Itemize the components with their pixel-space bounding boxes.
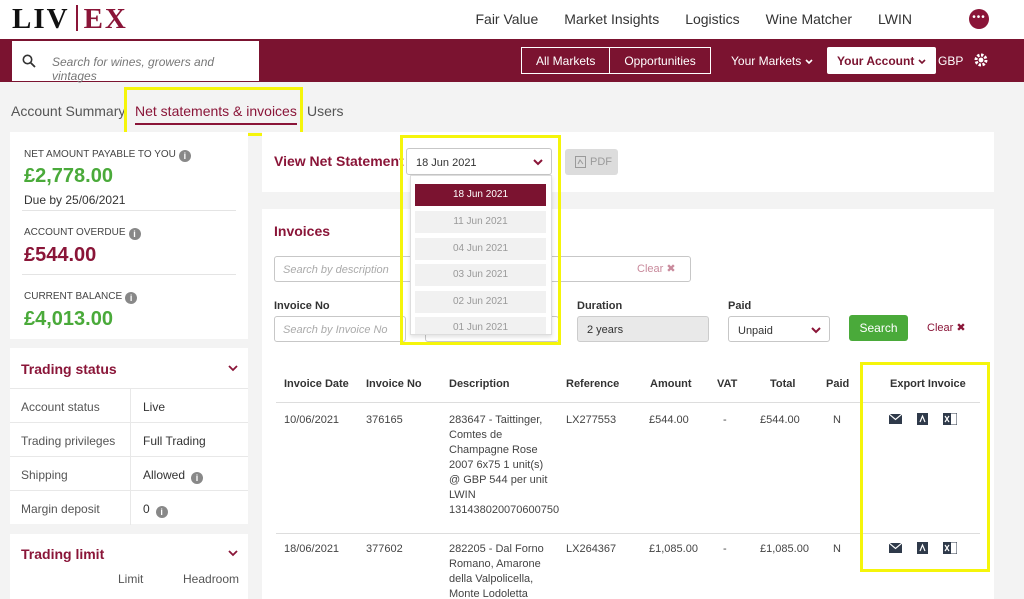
row-description: 283647 - Taittinger, Comtes de Champagne R… — [449, 414, 560, 516]
table-row: 10/06/2021 376165 283647 - Taittinger, Co… — [276, 403, 980, 534]
net-amount-label: NET AMOUNT PAYABLE TO YOU — [24, 149, 176, 160]
chevron-down-icon — [811, 327, 821, 334]
tab-net-statements[interactable]: Net statements & invoices — [135, 103, 297, 125]
statement-date-dropdown: 18 Jun 2021 11 Jun 2021 04 Jun 2021 03 J… — [410, 175, 552, 335]
chevron-down-icon — [533, 159, 543, 166]
col-amount: Amount — [650, 378, 692, 390]
all-markets-button[interactable]: All Markets — [522, 48, 609, 73]
gear-icon[interactable] — [973, 52, 989, 68]
invoice-no-label: Invoice No — [274, 300, 330, 312]
limit-column-header: Limit — [118, 572, 144, 586]
pdf-icon[interactable] — [917, 413, 928, 425]
nav-market-insights[interactable]: Market Insights — [564, 11, 659, 27]
chevron-down-icon — [918, 59, 926, 65]
chevron-down-icon — [805, 59, 813, 65]
balance-label: CURRENT BALANCE — [24, 291, 123, 302]
col-total: Total — [770, 378, 796, 390]
col-description: Description — [449, 378, 510, 390]
view-net-statement-title: View Net Statement — [274, 153, 404, 169]
invoice-no-input[interactable]: Search by Invoice No — [274, 316, 406, 342]
net-amount-value: £2,778.00 — [24, 165, 113, 187]
status-row-margin: Margin deposit 0 i — [10, 490, 248, 525]
top-nav: Fair Value Market Insights Logistics Win… — [449, 11, 912, 27]
excel-icon[interactable] — [943, 413, 957, 425]
headroom-column-header: Headroom — [183, 572, 240, 586]
invoices-title: Invoices — [274, 223, 331, 239]
chevron-down-icon[interactable] — [228, 550, 238, 557]
date-option[interactable]: 03 Jun 2021 — [415, 264, 546, 286]
account-summary-panel: NET AMOUNT PAYABLE TO YOU i £2,778.00 Due… — [10, 132, 248, 339]
search-button[interactable]: Search — [849, 315, 908, 341]
trading-limit-panel: Trading limit Limit Headroom — [10, 534, 248, 599]
pdf-icon — [575, 156, 586, 168]
duration-label: Duration — [577, 300, 623, 312]
top-header: LIV EX Fair Value Market Insights Logisti… — [0, 0, 1024, 39]
col-reference: Reference — [566, 378, 620, 390]
paid-label: Paid — [728, 300, 752, 312]
chevron-down-icon[interactable] — [228, 365, 238, 372]
col-invoice-no: Invoice No — [366, 378, 422, 390]
status-row-account: Account status Live — [10, 388, 248, 423]
clear-button[interactable]: Clear ✖ — [927, 321, 966, 334]
col-paid: Paid — [826, 378, 850, 390]
overdue-label: ACCOUNT OVERDUE — [24, 227, 126, 238]
trading-limit-title: Trading limit — [21, 546, 105, 562]
info-icon[interactable]: i — [178, 150, 191, 162]
row-description: 282205 - Dal Forno Romano, Amarone della V… — [449, 543, 544, 599]
col-export-invoice: Export Invoice — [890, 378, 966, 390]
livex-logo[interactable]: LIV EX — [12, 3, 128, 36]
date-option[interactable]: 11 Jun 2021 — [415, 211, 546, 233]
balance-value: £4,013.00 — [24, 308, 113, 330]
info-icon[interactable]: i — [191, 472, 204, 484]
search-placeholder: Search for wines, growers and vintages — [52, 55, 215, 83]
more-menu-icon[interactable]: ••• — [969, 9, 989, 29]
col-invoice-date: Invoice Date — [284, 378, 349, 390]
nav-fair-value[interactable]: Fair Value — [475, 11, 538, 27]
divider — [22, 210, 236, 211]
search-icon — [22, 54, 36, 68]
info-icon[interactable]: i — [128, 228, 141, 240]
status-row-shipping: Shipping Allowed i — [10, 456, 248, 491]
email-icon[interactable] — [889, 414, 902, 424]
info-icon[interactable]: i — [125, 292, 138, 304]
paid-select[interactable]: Unpaid — [728, 316, 830, 342]
pdf-icon[interactable] — [917, 542, 928, 554]
excel-icon[interactable] — [943, 542, 957, 554]
tab-users[interactable]: Users — [307, 103, 344, 119]
date-option[interactable]: 04 Jun 2021 — [415, 238, 546, 260]
market-toggle: All Markets Opportunities — [521, 47, 711, 74]
wine-search-input[interactable]: Search for wines, growers and vintages — [12, 41, 259, 83]
your-account-menu[interactable]: Your Account — [827, 47, 936, 74]
date-option[interactable]: 02 Jun 2021 — [415, 291, 546, 313]
trading-status-title: Trading status — [21, 361, 117, 377]
overdue-value: £544.00 — [24, 244, 97, 266]
col-vat: VAT — [717, 378, 738, 390]
pdf-button[interactable]: PDF — [565, 149, 618, 175]
opportunities-button[interactable]: Opportunities — [609, 48, 709, 73]
date-option[interactable]: 18 Jun 2021 — [415, 184, 546, 206]
nav-logistics[interactable]: Logistics — [685, 11, 739, 27]
info-icon[interactable]: i — [155, 506, 168, 518]
nav-lwin[interactable]: LWIN — [878, 11, 912, 27]
your-markets-menu[interactable]: Your Markets — [731, 54, 813, 68]
table-row: 18/06/2021 377602 282205 - Dal Forno Roma… — [276, 534, 980, 599]
statement-date-select[interactable]: 18 Jun 2021 — [406, 148, 552, 175]
status-row-privileges: Trading privileges Full Trading — [10, 422, 248, 457]
currency-selector[interactable]: GBP — [938, 54, 963, 68]
duration-select[interactable]: 2 years — [577, 316, 709, 342]
clear-description-button[interactable]: Clear ✖ — [637, 262, 676, 275]
invoice-table-header: Invoice Date Invoice No Description Refe… — [276, 367, 980, 403]
date-option[interactable]: 01 Jun 2021 — [415, 317, 546, 334]
email-icon[interactable] — [889, 543, 902, 553]
divider — [22, 274, 236, 275]
tab-account-summary[interactable]: Account Summary — [11, 103, 125, 119]
due-date: Due by 25/06/2021 — [24, 193, 126, 207]
nav-wine-matcher[interactable]: Wine Matcher — [766, 11, 852, 27]
